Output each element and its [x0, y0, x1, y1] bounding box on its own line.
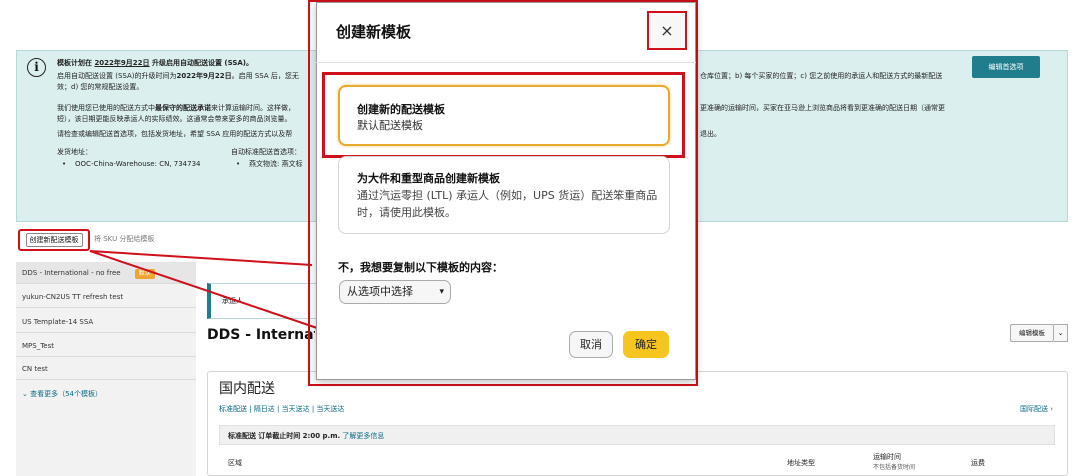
sidebar-item-template[interactable]: DDS - International - no free 默认	[16, 262, 196, 284]
edit-template-button[interactable]: 编辑模板	[1010, 324, 1054, 342]
auto-pref-value: • 燕文物流: 燕文标	[236, 160, 303, 168]
modal-title: 创建新模板	[336, 23, 412, 41]
column-transit-time: 运输时间	[873, 453, 901, 461]
see-more-link[interactable]: ⌄ 查看更多（54个模板）	[22, 389, 102, 399]
column-fee: 运费	[971, 459, 985, 467]
sidebar-item-template[interactable]: US Template-14 SSA	[16, 311, 196, 333]
cancel-button[interactable]: 取消	[569, 331, 613, 358]
banner-line-6: 请检查或编辑配送首选项，包括发货地址，希望 SSA 应用的配送方式以及帮	[57, 130, 293, 138]
column-transit-subtitle: 不包括备货时间	[873, 464, 916, 471]
banner-line-5: 短），该日期更能反映承运人的实际绩效。这通常会带来更多的商品浏览量。	[57, 115, 292, 123]
confirm-button[interactable]: 确定	[623, 331, 669, 358]
banner-line-4: 我们使用您已使用的配送方式中最保守的配送承诺来计算运输时间。这样做，	[57, 104, 295, 112]
learn-more-link[interactable]: 了解更多信息	[342, 432, 384, 440]
copy-template-select[interactable]: 从选项中选择 ▾	[339, 280, 451, 304]
map-sku-link[interactable]: 将 SKU 分配给模板	[94, 234, 154, 244]
create-template-button[interactable]: 创建新配送模板	[18, 229, 90, 251]
column-region: 区域	[228, 459, 242, 467]
chevron-down-icon[interactable]: ⌄	[1054, 324, 1068, 342]
auto-pref-label: 自动标准配送首选项：	[231, 148, 301, 156]
banner-line-2-right: 仓库位置；b) 每个买家的位置；c) 您之前使用的承运人和配送方式的最新配送	[700, 72, 943, 80]
heavy-bulky-option-title: 为大件和重型商品创建新模板	[357, 172, 500, 185]
new-template-option-desc: 默认配送模板	[357, 119, 423, 132]
chevron-down-icon: ▾	[439, 287, 444, 297]
banner-line-3: 效；d) 您的常规配送设置。	[57, 83, 144, 91]
ship-from-value: • OOC-China-Warehouse: CN, 734734	[62, 160, 201, 168]
default-badge: 默认	[134, 269, 155, 279]
new-template-option-title: 创建新的配送模板	[357, 103, 445, 116]
domestic-shipping-title: 国内配送	[219, 381, 275, 397]
close-icon[interactable]: ×	[647, 11, 687, 50]
international-shipping-link[interactable]: 国际配送 ›	[1020, 404, 1053, 414]
sidebar-item-template[interactable]: yukun-CN2US TT refresh test	[16, 286, 196, 308]
shipping-speed-links[interactable]: 标准配送 | 隔日达 | 当天送达 | 当天送达	[219, 404, 344, 414]
banner-line-6-right: 退出。	[700, 130, 721, 138]
sidebar-item-template[interactable]: MPS_Test	[16, 335, 196, 357]
banner-heading: 模板计划在 2022年9月22日 升级启用自动配送设置 (SSA)。	[57, 59, 254, 67]
banner-line-2: 启用自动配送设置 (SSA)的升级时间为2022年9月22日。启用 SSA 后，…	[57, 72, 299, 80]
heavy-bulky-option-desc: 通过汽运零担 (LTL) 承运人（例如，UPS 货运）配送笨重商品时，请使用此模…	[357, 189, 658, 219]
notice-text: 承运人	[222, 297, 243, 305]
column-address-type: 地址类型	[787, 459, 815, 467]
standard-shipping-text: 标准配送 订单截止时间 2:00 p.m. 了解更多信息	[228, 432, 385, 440]
template-title: DDS - International - no free	[207, 327, 315, 343]
create-template-label: 创建新配送模板	[25, 233, 83, 247]
info-icon: i	[27, 58, 46, 77]
edit-preferences-button[interactable]: 编辑首选项	[972, 56, 1040, 78]
banner-line-4-right: 更准确的运输时间，买家在亚马逊上浏览商品将看到更准确的配送日期（通常更	[700, 104, 945, 112]
sidebar-item-template[interactable]: CN test	[16, 358, 196, 380]
copy-template-label: 不，我想要复制以下模板的内容：	[338, 261, 503, 274]
ship-from-label: 发货地址：	[57, 148, 92, 156]
domestic-shipping-card	[207, 371, 1068, 476]
template-sidebar: DDS - International - no free 默认 yukun-CN…	[16, 262, 196, 476]
modal-divider	[316, 62, 696, 63]
